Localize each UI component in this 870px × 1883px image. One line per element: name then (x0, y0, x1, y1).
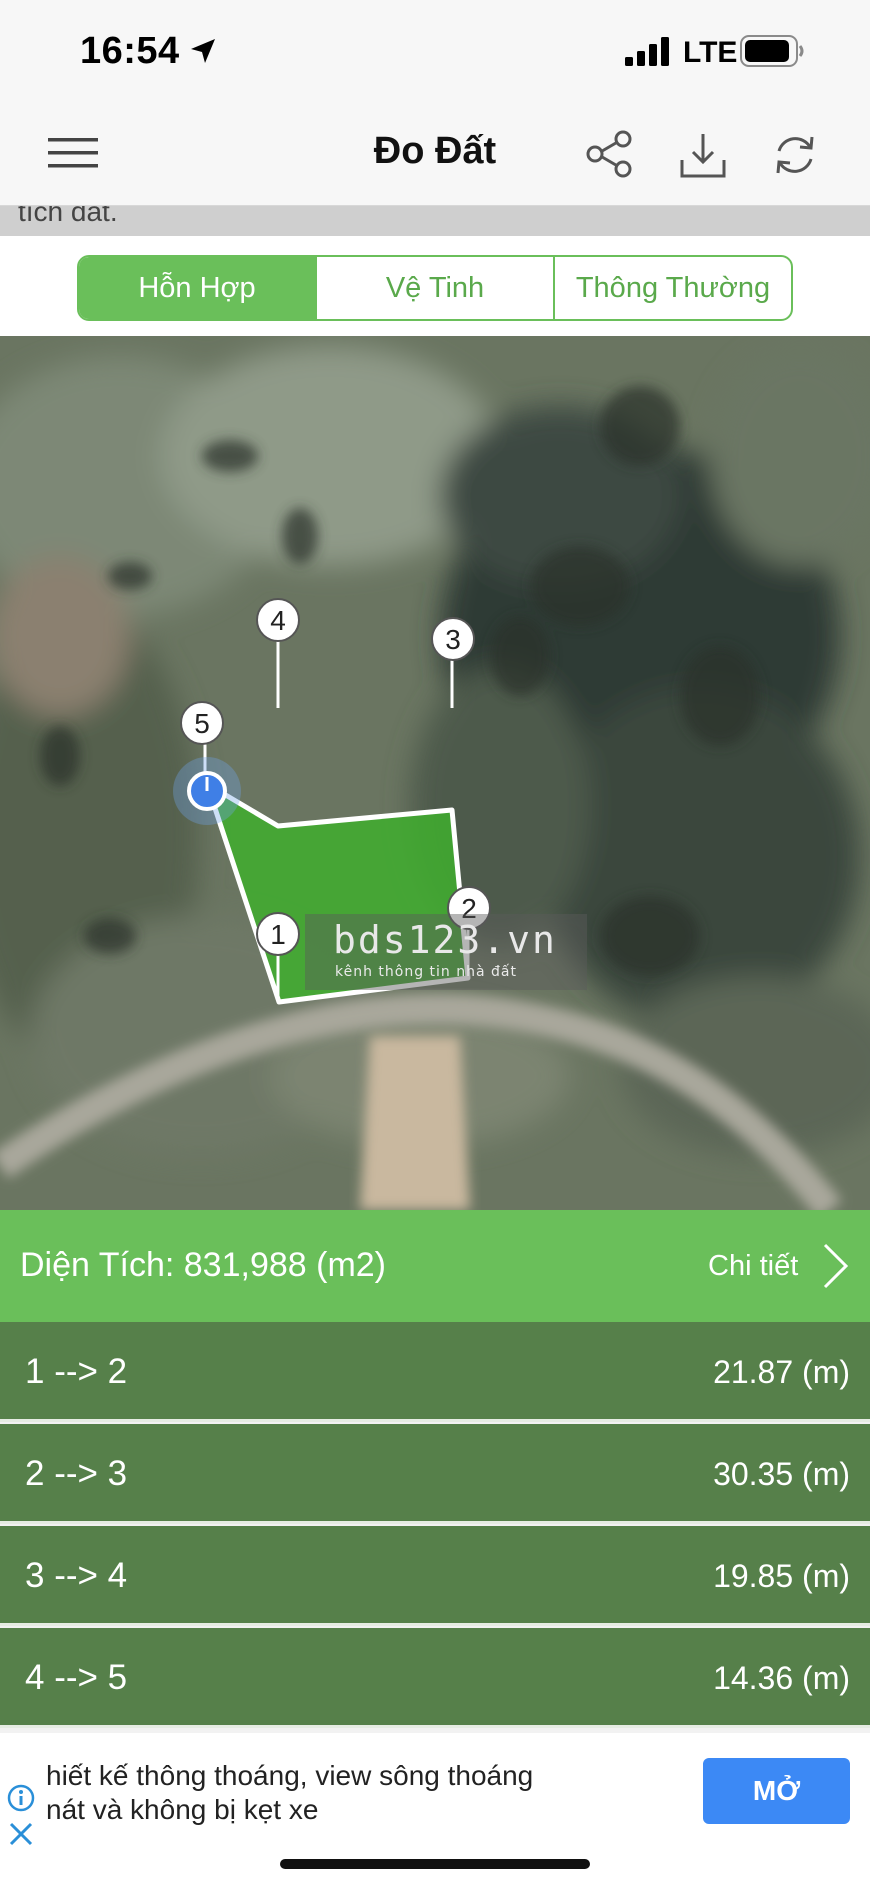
marker-1-label: 1 (270, 919, 286, 950)
battery-icon (740, 35, 804, 67)
info-icon[interactable] (6, 1783, 36, 1813)
detail-link[interactable]: Chi tiết (708, 1250, 798, 1283)
chevron-right-icon[interactable] (820, 1242, 850, 1290)
page-title: Đo Đất (373, 130, 497, 172)
tab-standard[interactable]: Thông Thường (553, 257, 791, 319)
partial-text: tích đất. (18, 206, 118, 227)
location-arrow-icon (191, 39, 215, 63)
ad-text: hiết kế thông thoáng, view sông thoáng n… (46, 1759, 646, 1827)
status-bar: 16:54 LTE (0, 0, 870, 100)
segment-distance: 19.85 (m) (713, 1558, 850, 1594)
ad-banner[interactable]: hiết kế thông thoáng, view sông thoáng n… (0, 1733, 870, 1883)
status-time: 16:54 (80, 30, 180, 72)
tab-hybrid[interactable]: Hỗn Hợp (79, 257, 315, 319)
tab-satellite[interactable]: Vệ Tinh (315, 257, 553, 319)
home-indicator[interactable] (280, 1859, 590, 1869)
watermark: bds123.vn kênh thông tin nhà đất (305, 914, 587, 990)
close-icon[interactable] (8, 1821, 34, 1847)
navigation-bar: Đo Đất (0, 100, 870, 206)
segment-points: 3 --> 4 (25, 1556, 128, 1595)
segment-row[interactable]: 2 --> 3 30.35 (m) (0, 1424, 870, 1524)
segment-points: 1 --> 2 (25, 1352, 128, 1391)
segment-distance: 14.36 (m) (713, 1660, 850, 1696)
segment-row[interactable]: 3 --> 4 19.85 (m) (0, 1526, 870, 1626)
marker-5-label: 5 (194, 708, 210, 739)
network-type: LTE (683, 36, 738, 69)
segment-row[interactable]: 4 --> 5 14.36 (m) (0, 1628, 870, 1728)
ad-text-line2: nát và không bị kẹt xe (46, 1794, 319, 1825)
partial-text-strip: tích đất. (0, 206, 870, 236)
segment-distance: 21.87 (m) (713, 1354, 850, 1390)
segment-points: 2 --> 3 (25, 1454, 128, 1493)
share-icon[interactable] (585, 130, 633, 178)
ad-open-button[interactable]: MỞ (703, 1758, 850, 1824)
satellite-map[interactable]: 4 3 5 1 2 bds123.vn kênh thông tin nhà đ… (0, 336, 870, 1210)
app-screen: 16:54 LTE Đo Đất tích đất. Hỗn Hợp Vệ Ti… (0, 0, 870, 1883)
ad-text-line1: hiết kế thông thoáng, view sông thoáng (46, 1760, 534, 1791)
watermark-tagline: kênh thông tin nhà đất (335, 964, 517, 980)
download-icon[interactable] (678, 130, 728, 180)
segment-points: 4 --> 5 (25, 1658, 128, 1697)
segment-distance: 30.35 (m) (713, 1456, 850, 1492)
map-type-control-area: Hỗn Hợp Vệ Tinh Thông Thường (0, 236, 870, 336)
segment-row[interactable]: 1 --> 2 21.87 (m) (0, 1322, 870, 1422)
cellular-signal-icon (625, 37, 669, 66)
refresh-icon[interactable] (770, 130, 820, 180)
area-summary-bar[interactable]: Diện Tích: 831,988 (m2) Chi tiết (0, 1210, 870, 1322)
marker-4-label: 4 (270, 605, 286, 636)
marker-3-label: 3 (445, 624, 461, 655)
map-type-segmented-control: Hỗn Hợp Vệ Tinh Thông Thường (77, 255, 793, 321)
map-imagery: 4 3 5 1 2 (0, 336, 870, 1210)
watermark-logo: bds123.vn (333, 918, 557, 962)
area-label: Diện Tích: 831,988 (m2) (20, 1246, 386, 1284)
